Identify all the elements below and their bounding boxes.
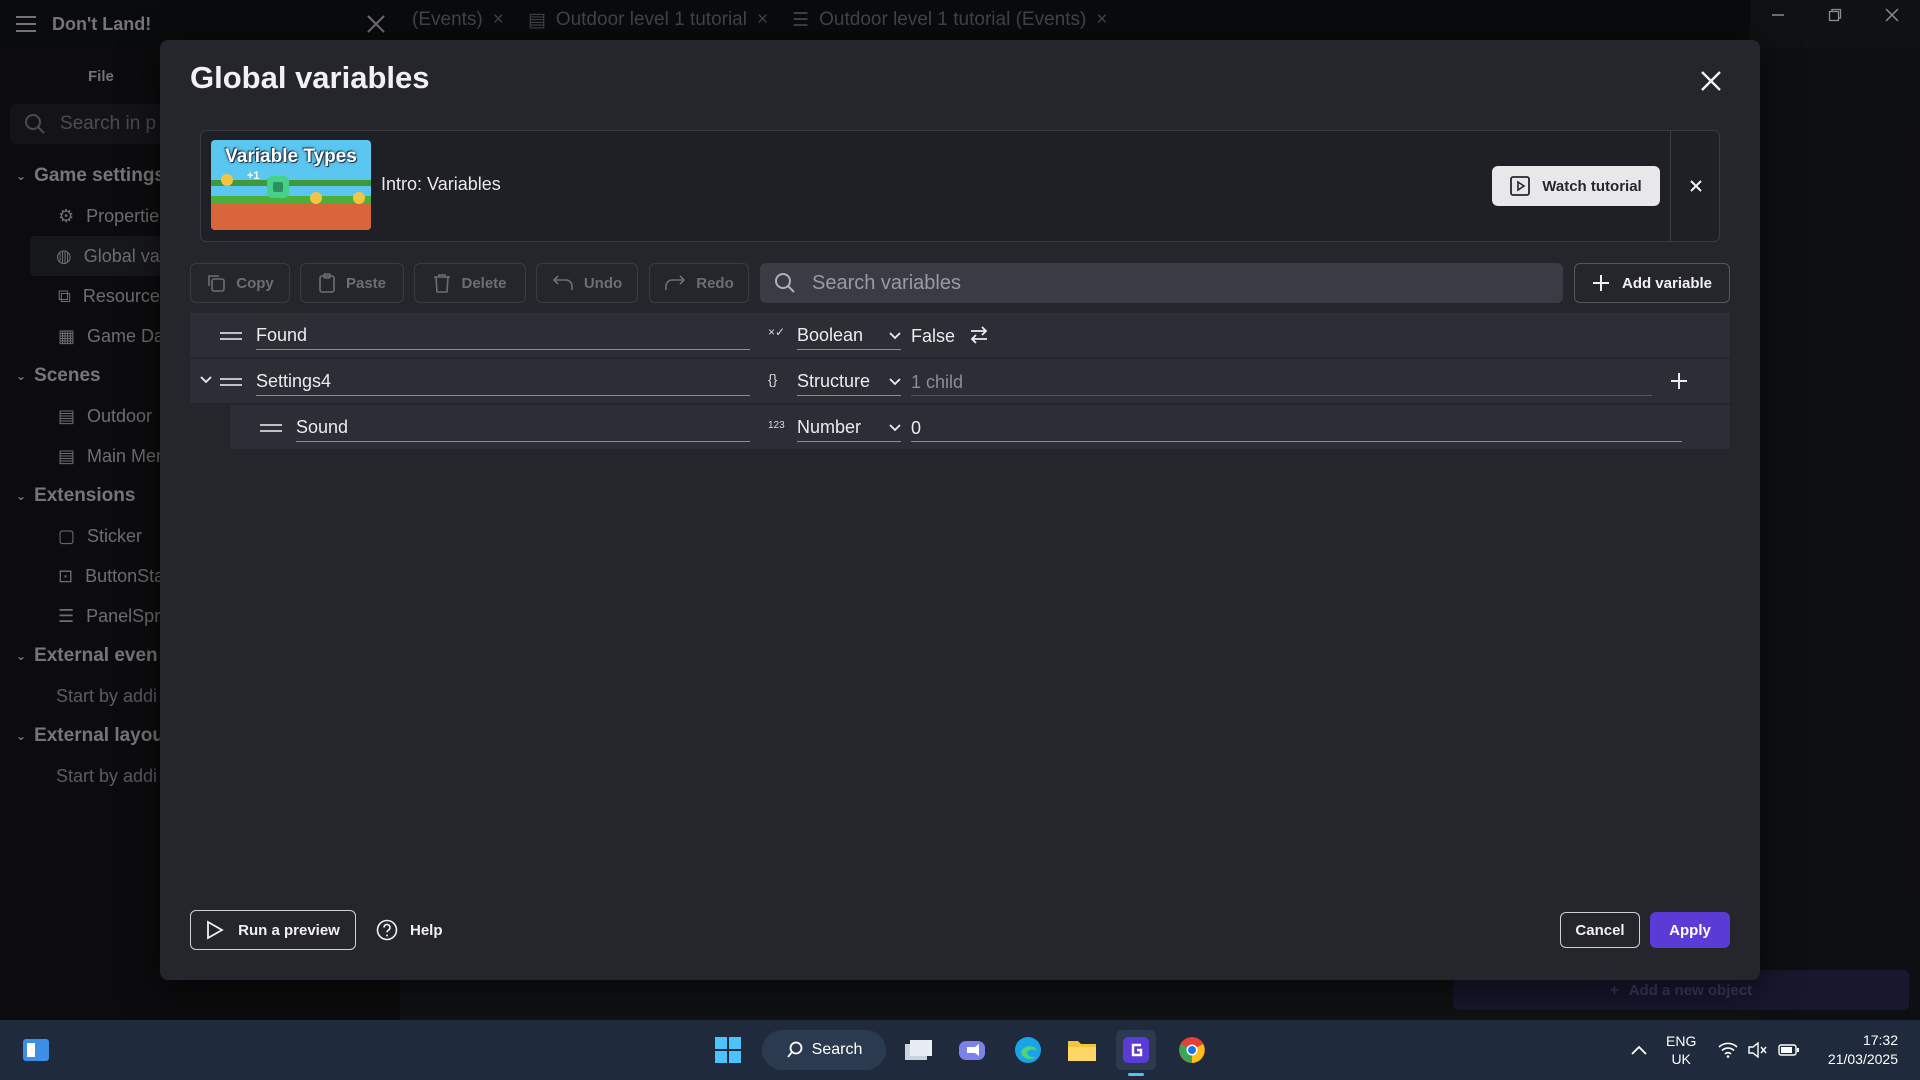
variable-children-count: 1 child [911,368,1652,396]
language-code: ENG [1666,1033,1697,1049]
global-variables-dialog: Global variables Variable Types +1 Intro… [160,40,1760,980]
toggle-swap-icon[interactable] [968,325,990,345]
undo-label: Undo [583,274,623,292]
redo-label: Redo [696,274,734,292]
taskbar-search-label: Search [811,1041,863,1058]
variable-type-select[interactable]: Boolean [797,322,901,350]
variable-type-label: Structure [797,371,871,391]
help-icon [376,919,398,941]
run-preview-label: Run a preview [238,921,340,939]
apply-button[interactable]: Apply [1650,912,1730,948]
clipboard-icon [319,273,335,293]
watch-tutorial-label: Watch tutorial [1542,177,1642,195]
variables-toolbar: Copy Paste Delete Undo Redo Search varia… [190,263,1730,303]
search-icon [786,1041,803,1058]
chrome-browser-icon[interactable] [1172,1030,1212,1070]
variable-type-select[interactable]: Number [797,414,901,442]
drag-handle-icon[interactable] [220,332,242,340]
trash-icon [434,274,451,293]
widgets-icon[interactable] [16,1030,56,1070]
gdevelop-taskbar-icon[interactable] [1116,1030,1156,1076]
windows-start-icon[interactable] [708,1030,748,1070]
variable-type-label: Number [797,417,862,437]
tutorial-thumbnail[interactable]: Variable Types +1 [211,140,371,230]
variable-name-field[interactable]: Found [256,322,750,350]
variable-row-settings4[interactable]: Settings4 {} Structure 1 child [190,359,1730,403]
language-indicator[interactable]: ENG UK [1666,1020,1696,1080]
chevron-down-icon [889,331,901,340]
undo-button[interactable]: Undo [536,263,638,303]
variable-name-field[interactable]: Settings4 [256,368,750,396]
paste-label: Paste [345,274,387,292]
number-type-icon: 123 [768,420,785,431]
variable-value[interactable]: False [911,322,955,350]
variable-row-sound[interactable]: Sound 123 Number 0 [230,405,1730,449]
thumbnail-title: Variable Types [225,146,357,167]
add-variable-label: Add variable [1621,274,1713,292]
cancel-button[interactable]: Cancel [1560,912,1640,948]
undo-icon [552,275,573,290]
drag-handle-icon[interactable] [220,378,242,386]
help-label: Help [410,921,443,939]
battery-icon [1778,1044,1799,1056]
copy-label: Copy [236,274,274,292]
play-video-icon [1510,176,1531,196]
play-icon [207,920,224,940]
teams-icon[interactable] [952,1030,992,1070]
tutorial-divider [1670,131,1671,241]
structure-type-icon: {} [768,371,778,387]
boolean-type-icon: ×✓ [768,325,786,339]
delete-label: Delete [461,274,507,292]
taskbar-search[interactable]: Search [762,1030,886,1070]
chevron-down-icon [889,377,901,386]
clock-date: 21/03/2025 [1827,1051,1898,1067]
search-variables-placeholder: Search variables [812,271,961,294]
copy-icon [208,275,226,292]
keyboard-layout: UK [1671,1051,1691,1067]
watch-tutorial-button[interactable]: Watch tutorial [1492,166,1660,206]
windows-taskbar: Search ENG UK 17:32 21/03/2025 [0,1020,1920,1080]
add-variable-button[interactable]: Add variable [1574,263,1730,303]
delete-button[interactable]: Delete [414,263,526,303]
paste-button[interactable]: Paste [300,263,404,303]
chevron-down-icon [889,423,901,432]
tutorial-label: Intro: Variables [381,174,501,194]
task-view-icon[interactable] [898,1030,938,1070]
drag-handle-icon[interactable] [260,424,282,432]
help-button[interactable]: Help [376,910,443,950]
speaker-muted-icon [1748,1042,1767,1058]
close-icon[interactable] [1685,175,1707,197]
search-variables-input[interactable]: Search variables [760,263,1563,303]
dialog-title: Global variables [190,60,430,95]
add-child-plus-icon[interactable] [1669,371,1689,391]
wifi-icon [1718,1042,1738,1058]
search-icon [775,273,795,293]
close-icon[interactable] [1696,66,1726,96]
variable-value-input[interactable]: 0 [911,414,1682,442]
redo-button[interactable]: Redo [649,263,749,303]
clock[interactable]: 17:32 21/03/2025 [1818,1020,1898,1080]
redo-icon [665,275,686,290]
active-app-indicator [1128,1073,1144,1076]
copy-button[interactable]: Copy [190,263,290,303]
thumbnail-badge: +1 [247,170,260,182]
chevron-down-icon[interactable] [200,376,212,384]
variable-type-label: Boolean [797,325,864,345]
edge-browser-icon[interactable] [1008,1030,1048,1070]
system-tray-status[interactable] [1718,1020,1800,1080]
variable-type-select[interactable]: Structure [797,368,901,396]
run-preview-button[interactable]: Run a preview [190,910,356,950]
clock-time: 17:32 [1862,1032,1898,1048]
variable-row-found[interactable]: Found ×✓ Boolean False [190,313,1730,357]
tutorial-banner: Variable Types +1 Intro: Variables Watch… [200,130,1720,242]
variable-name-field[interactable]: Sound [296,414,750,442]
file-explorer-icon[interactable] [1062,1030,1102,1070]
plus-icon [1592,275,1609,291]
show-hidden-icons-chevron-up-icon[interactable] [1630,1020,1648,1080]
